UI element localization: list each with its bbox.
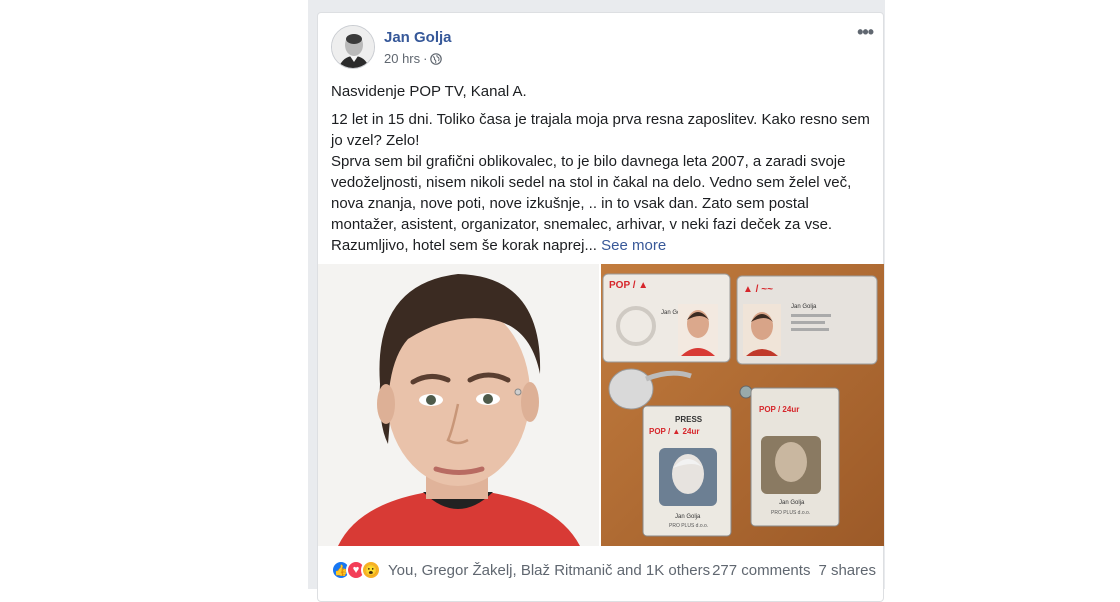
post-photo-badges[interactable]: POP / ▲ Jan Golja ▲ / ~~ Jan Golja PRESS… (601, 264, 884, 546)
svg-text:▲ / ~~: ▲ / ~~ (743, 284, 773, 295)
reaction-icons[interactable]: 👍 ♥ 😮 (331, 560, 381, 580)
engagement-counts: 277 comments 7 shares (712, 562, 876, 579)
post-meta: 20 hrs · (384, 51, 443, 66)
press-badge-1-sub: PRO PLUS d.o.o. (669, 523, 708, 529)
id-card-1-brand: POP / ▲ (609, 280, 648, 291)
comments-count-link[interactable]: 277 comments (712, 562, 810, 579)
globe-icon[interactable] (430, 52, 443, 65)
post-text-body: Sprva sem bil grafični oblikovalec, to j… (331, 153, 852, 254)
post-text-paragraph: 12 let in 15 dni. Toliko časa je trajala… (331, 111, 870, 149)
post-timestamp[interactable]: 20 hrs (384, 51, 420, 66)
id-card-1: POP / ▲ Jan Golja (602, 273, 731, 363)
author-avatar[interactable] (331, 25, 375, 69)
post-footer: 👍 ♥ 😮 You, Gregor Žakelj, Blaž Ritmanič … (331, 556, 876, 584)
more-options-icon[interactable]: ••• (857, 23, 874, 41)
avatar-image (332, 26, 374, 68)
press-badge-2-name: Jan Golja (779, 500, 805, 506)
post-photo-portrait[interactable] (318, 264, 599, 546)
press-badge-1-name: Jan Golja (675, 514, 701, 520)
press-badge-1: PRESS POP / ▲ 24ur Jan Golja PRO PLUS d.… (642, 405, 732, 537)
wow-icon: 😮 (361, 560, 381, 580)
feed-post: Jan Golja 20 hrs · ••• Nasvidenje POP TV… (317, 12, 884, 602)
id-card-2-name: Jan Golja (791, 304, 817, 310)
post-text: Nasvidenje POP TV, Kanal A. 12 let in 15… (331, 81, 876, 263)
author-name-link[interactable]: Jan Golja (384, 29, 452, 46)
post-text-line: Nasvidenje POP TV, Kanal A. (331, 83, 527, 100)
meta-separator: · (423, 51, 428, 66)
press-badge-1-label: PRESS (675, 415, 703, 424)
badges-image: POP / ▲ Jan Golja ▲ / ~~ Jan Golja PRESS… (601, 264, 884, 546)
press-badge-2-sub: PRO PLUS d.o.o. (771, 510, 810, 516)
reaction-names-link[interactable]: You, Gregor Žakelj, Blaž Ritmanič and 1K… (388, 562, 710, 579)
portrait-image (318, 264, 599, 546)
press-badge-1-brand: POP / ▲ 24ur (649, 427, 699, 436)
post-text-paragraph-continued: Sprva sem bil grafični oblikovalec, to j… (331, 151, 876, 256)
press-badge-2-brand: POP / 24ur (759, 405, 799, 414)
see-more-link[interactable]: See more (601, 237, 666, 254)
id-card-2: ▲ / ~~ Jan Golja (736, 275, 878, 365)
shares-count-link[interactable]: 7 shares (818, 562, 876, 579)
press-badge-2: POP / 24ur Jan Golja PRO PLUS d.o.o. (750, 387, 840, 527)
